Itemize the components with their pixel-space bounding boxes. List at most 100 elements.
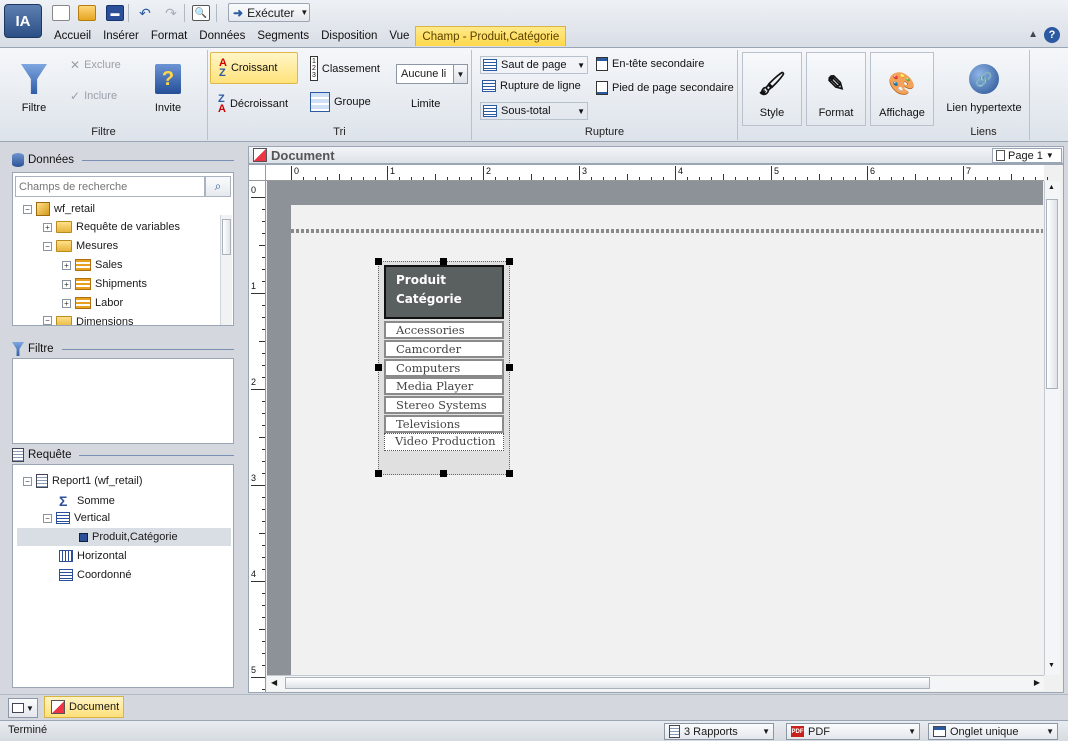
entete-secondaire-button[interactable]: En-tête secondaire: [596, 57, 704, 71]
tab-disposition[interactable]: Disposition: [315, 26, 383, 46]
new-icon[interactable]: [52, 5, 70, 21]
report-column-header[interactable]: Produit Catégorie: [384, 265, 504, 319]
scroll-thumb[interactable]: [285, 677, 930, 689]
tab-format[interactable]: Format: [145, 26, 193, 46]
resize-handle[interactable]: [375, 364, 382, 371]
scroll-down-icon[interactable]: ▼: [1048, 662, 1055, 669]
rupture-de-ligne-button[interactable]: Rupture de ligne: [482, 80, 581, 92]
output-format-selector[interactable]: PDF PDF ▼: [786, 723, 920, 740]
resize-handle[interactable]: [375, 258, 382, 265]
affichage-button[interactable]: 🎨 Affichage: [870, 52, 934, 126]
tree-scrollbar[interactable]: [220, 215, 232, 325]
document-tab[interactable]: Document: [44, 696, 124, 718]
tab-segments[interactable]: Segments: [251, 26, 315, 46]
scroll-right-icon[interactable]: ▶: [1034, 678, 1040, 687]
croissant-button[interactable]: AZ Croissant: [210, 52, 298, 84]
report-cell[interactable]: Camcorder: [384, 340, 504, 358]
classement-button[interactable]: 123 Classement: [310, 56, 380, 81]
chevron-down-icon[interactable]: ▼: [577, 61, 585, 70]
collapse-icon[interactable]: −: [23, 204, 32, 214]
collapse-icon[interactable]: −: [43, 316, 52, 325]
invite-button[interactable]: ? Invite: [146, 56, 190, 114]
chevron-down-icon[interactable]: ▼: [453, 65, 467, 83]
tree-item[interactable]: Coordonné: [59, 569, 131, 581]
scroll-up-icon[interactable]: ▲: [1048, 184, 1055, 191]
format-button[interactable]: ✎ Format: [806, 52, 866, 126]
redo-icon[interactable]: ↷: [162, 5, 180, 21]
tab-champ-context[interactable]: Champ - Produit,Catégorie: [415, 26, 567, 46]
output-target-selector[interactable]: Onglet unique ▼: [928, 723, 1058, 740]
pied-secondaire-button[interactable]: Pied de page secondaire: [596, 81, 734, 95]
tree-item[interactable]: + Shipments: [62, 278, 147, 290]
tab-inserer[interactable]: Insérer: [97, 26, 145, 46]
decroissant-button[interactable]: ZA Décroissant: [218, 92, 288, 116]
style-button[interactable]: 🖌 Style: [742, 52, 802, 126]
expand-icon[interactable]: +: [62, 298, 71, 308]
undo-icon[interactable]: ↶: [136, 5, 154, 21]
tree-item-selected[interactable]: Produit,Catégorie: [79, 531, 178, 543]
collapse-icon[interactable]: −: [23, 476, 32, 486]
horizontal-scrollbar[interactable]: ◀ ▶: [267, 675, 1044, 691]
chevron-down-icon[interactable]: ▼: [300, 8, 308, 17]
search-icon[interactable]: ⌕: [205, 176, 231, 197]
filter-panel[interactable]: [12, 358, 234, 444]
page-selector[interactable]: Page 1 ▼: [992, 148, 1062, 163]
expand-icon[interactable]: +: [43, 222, 52, 232]
window-menu-button[interactable]: ▼: [8, 698, 38, 718]
resize-handle[interactable]: [440, 258, 447, 265]
resize-handle[interactable]: [506, 364, 513, 371]
tab-vue[interactable]: Vue: [383, 26, 415, 46]
chevron-down-icon[interactable]: ▼: [577, 107, 585, 116]
chevron-down-icon[interactable]: ▼: [1046, 151, 1054, 160]
tree-item[interactable]: + Requête de variables: [43, 221, 180, 233]
ruler-tick: [531, 174, 532, 180]
preview-icon[interactable]: 🔍: [192, 5, 210, 21]
exclure-button[interactable]: ✕ Exclure: [70, 58, 121, 72]
scroll-thumb[interactable]: [1046, 199, 1058, 389]
open-folder-icon[interactable]: [78, 5, 96, 21]
tree-item[interactable]: − Mesures: [43, 240, 118, 252]
expand-icon[interactable]: +: [62, 279, 71, 289]
sous-total-button[interactable]: Sous-total ▼: [480, 102, 588, 120]
help-icon[interactable]: ?: [1044, 27, 1060, 43]
search-field[interactable]: [15, 176, 205, 197]
app-logo[interactable]: IA: [4, 4, 42, 38]
tree-item[interactable]: Σ Somme: [59, 493, 115, 509]
groupe-button[interactable]: Groupe: [310, 92, 371, 112]
tab-accueil[interactable]: Accueil: [48, 26, 97, 46]
search-input[interactable]: [19, 180, 199, 193]
collapse-icon[interactable]: −: [43, 513, 52, 523]
report-cell[interactable]: Media Player: [384, 377, 504, 395]
resize-handle[interactable]: [375, 470, 382, 477]
tree-item[interactable]: − Report1 (wf_retail): [23, 474, 142, 488]
limit-combo[interactable]: Aucune li ▼: [396, 64, 468, 84]
tab-donnees[interactable]: Données: [193, 26, 251, 46]
run-button[interactable]: ➜ Exécuter ▼: [228, 3, 310, 22]
tree-item[interactable]: + Labor: [62, 297, 123, 309]
tree-item[interactable]: Horizontal: [59, 550, 127, 562]
tree-item[interactable]: − Vertical: [43, 512, 110, 524]
report-cell[interactable]: Computers: [384, 359, 504, 377]
collapse-ribbon-icon[interactable]: ▲: [1028, 29, 1038, 40]
filtre-button[interactable]: Filtre: [12, 56, 56, 114]
report-cell[interactable]: Televisions: [384, 415, 504, 433]
scroll-left-icon[interactable]: ◀: [271, 678, 277, 687]
scroll-thumb[interactable]: [222, 219, 231, 255]
collapse-icon[interactable]: −: [43, 241, 52, 251]
save-icon[interactable]: ▬: [106, 5, 124, 21]
report-cell[interactable]: Video Production: [384, 433, 504, 451]
reports-selector[interactable]: 3 Rapports ▼: [664, 723, 774, 740]
lien-hypertexte-button[interactable]: 🔗 Lien hypertexte: [942, 56, 1026, 114]
inclure-button[interactable]: ✓ Inclure: [70, 89, 117, 103]
saut-de-page-button[interactable]: Saut de page ▼: [480, 56, 588, 74]
expand-icon[interactable]: +: [62, 260, 71, 270]
resize-handle[interactable]: [506, 470, 513, 477]
vertical-scrollbar[interactable]: ▲ ▼: [1044, 181, 1060, 675]
report-cell[interactable]: Accessories: [384, 321, 504, 339]
report-cell[interactable]: Stereo Systems: [384, 396, 504, 414]
tree-item[interactable]: − wf_retail: [23, 202, 95, 216]
tree-item[interactable]: − Dimensions: [43, 316, 133, 325]
resize-handle[interactable]: [506, 258, 513, 265]
tree-item[interactable]: + Sales: [62, 259, 123, 271]
resize-handle[interactable]: [440, 470, 447, 477]
